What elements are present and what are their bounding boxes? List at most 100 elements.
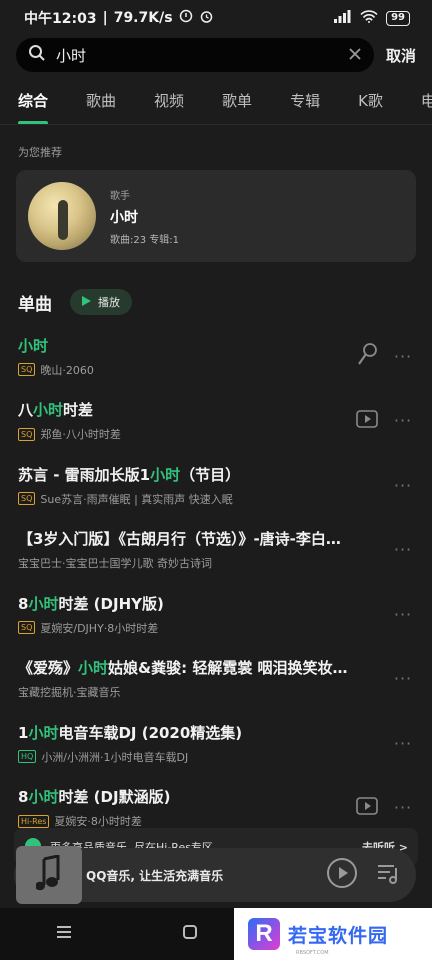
song-main: 8小时时差 (DJ默涵版) Hi-Res 夏婉安·8小时时差 (18, 786, 344, 829)
song-row[interactable]: 1小时电音车载DJ (2020精选集) HQ 小洲/小洲洲·1小时电音车载DJ ··· (0, 711, 432, 776)
more-options-icon[interactable]: ··· (392, 411, 414, 430)
song-actions: ··· (392, 669, 414, 688)
status-right: 99 (334, 9, 410, 27)
song-actions: ··· (392, 476, 414, 495)
song-title: 8小时时差 (DJHY版) (18, 593, 380, 614)
search-icon (28, 44, 46, 66)
tab-karaoke[interactable]: K歌 (358, 90, 383, 111)
more-options-icon[interactable]: ··· (392, 734, 414, 753)
artist-card[interactable]: 歌手 小时 歌曲:23 专辑:1 (16, 170, 416, 262)
singles-title: 单曲 (18, 294, 52, 315)
song-row[interactable]: 8小时时差 (DJHY版) SQ 夏婉安/DJHY·8小时时差 ··· (0, 582, 432, 647)
menu-icon[interactable] (55, 924, 73, 944)
song-meta: HQ 小洲/小洲洲·1小时电音车载DJ (18, 749, 380, 765)
song-main: 苏言 - 雷雨加长版1小时（节目） SQ Sue苏言·雨声催眠 | 真实雨声 快速入… (18, 464, 380, 507)
album-cover[interactable] (16, 846, 94, 904)
play-all-label: 播放 (98, 296, 120, 309)
music-note-icon (35, 854, 62, 895)
more-options-icon[interactable]: ··· (392, 669, 414, 688)
more-options-icon[interactable]: ··· (392, 347, 414, 366)
song-title: 苏言 - 雷雨加长版1小时（节目） (18, 464, 380, 485)
song-main: 1小时电音车载DJ (2020精选集) HQ 小洲/小洲洲·1小时电音车载DJ (18, 722, 380, 765)
cancel-button[interactable]: 取消 (386, 45, 416, 66)
watermark: R 若宝软件园 RBSOFT.COM (234, 908, 432, 960)
quality-badge: Hi-Res (18, 814, 50, 828)
status-time: 中午12:03 (24, 11, 97, 27)
status-bar: 中午12:03 | 79.7K/s 99 (0, 0, 432, 36)
song-meta: 宝宝巴士·宝宝巴士国学儿歌 奇妙古诗词 (18, 555, 380, 571)
more-options-icon[interactable]: ··· (392, 798, 414, 817)
result-tabs: 综合 歌曲 视频 歌单 专辑 K歌 电 (0, 74, 432, 126)
song-meta: SQ 晚山·2060 (18, 362, 344, 378)
search-box[interactable]: 小时 (16, 38, 374, 72)
play-all-button[interactable]: 播放 (70, 289, 132, 315)
play-pause-icon[interactable] (326, 857, 358, 893)
song-title-post: （节目） (180, 465, 241, 484)
song-artist-album: 郑鱼·八小时时差 (40, 428, 121, 442)
song-row[interactable]: 小时 SQ 晚山·2060 ··· (0, 324, 432, 389)
player-controls (326, 857, 400, 893)
singles-header: 单曲 播放 (0, 262, 432, 318)
tab-videos[interactable]: 视频 (154, 90, 184, 111)
song-meta: SQ Sue苏言·雨声催眠 | 真实雨声 快速入眠 (18, 491, 380, 507)
artist-stats: 歌曲:23 专辑:1 (110, 234, 180, 246)
song-main: 小时 SQ 晚山·2060 (18, 335, 344, 378)
signal-icon (334, 9, 352, 27)
song-row[interactable]: 《爱殇》小时姑娘&粪骏: 轻解霓裳 咽泪换笑妆… 宝藏挖掘机·宝藏音乐 ··· (0, 647, 432, 712)
song-row[interactable]: 苏言 - 雷雨加长版1小时（节目） SQ Sue苏言·雨声催眠 | 真实雨声 快速入… (0, 453, 432, 518)
song-title-match: 小时 (150, 465, 181, 484)
song-list: 小时 SQ 晚山·2060 ··· 八小时时差 SQ 郑鱼·八小时时差 ··· 苏言 - 雷雨加… (0, 324, 432, 840)
song-meta: Hi-Res 夏婉安·8小时时差 (18, 813, 344, 829)
song-row[interactable]: 【3岁入门版】《古朗月行（节选）》-唐诗-李白… 宝宝巴士·宝宝巴士国学儿歌 奇妙… (0, 518, 432, 583)
playlist-icon[interactable] (376, 862, 400, 888)
more-options-icon[interactable]: ··· (392, 605, 414, 624)
tab-albums[interactable]: 专辑 (290, 90, 320, 111)
tab-playlists[interactable]: 歌单 (222, 90, 252, 111)
song-title: 八小时时差 (18, 399, 344, 420)
song-title-match: 小时 (28, 723, 59, 742)
notification-icon (179, 9, 193, 27)
status-divider: | (102, 10, 108, 26)
song-artist-album: 夏婉安·8小时时差 (54, 815, 142, 829)
tab-all[interactable]: 综合 (18, 90, 49, 125)
mini-player[interactable]: QQ音乐, 让生活充满音乐 (14, 846, 416, 904)
song-actions: ··· (392, 540, 414, 559)
song-main: 八小时时差 SQ 郑鱼·八小时时差 (18, 399, 344, 442)
home-icon[interactable] (182, 924, 198, 944)
artist-info: 歌手 小时 歌曲:23 专辑:1 (110, 187, 179, 246)
song-title-match: 小时 (28, 594, 59, 613)
song-main: 【3岁入门版】《古朗月行（节选）》-唐诗-李白… 宝宝巴士·宝宝巴士国学儿歌 奇妙… (18, 528, 380, 571)
song-title-pre: 苏言 - 雷雨加长版1 (18, 465, 151, 484)
song-title-post: 电音车载DJ (2020精选集) (58, 723, 243, 742)
more-options-icon[interactable]: ··· (392, 476, 414, 495)
search-row: 小时 取消 (0, 36, 432, 74)
mv-icon[interactable] (356, 796, 378, 819)
artist-name: 小时 (110, 209, 138, 226)
song-meta: SQ 夏婉安/DJHY·8小时时差 (18, 620, 380, 636)
song-title-match: 小时 (28, 788, 59, 807)
search-input[interactable]: 小时 (56, 45, 338, 66)
song-title-match: 小时 (18, 336, 49, 355)
quality-badge: SQ (18, 621, 36, 635)
karaoke-mic-icon[interactable] (356, 342, 378, 370)
song-title: 8小时时差 (DJ默涵版) (18, 786, 344, 807)
song-row[interactable]: 八小时时差 SQ 郑鱼·八小时时差 ··· (0, 389, 432, 454)
song-meta: 宝藏挖掘机·宝藏音乐 (18, 684, 380, 700)
tab-songs[interactable]: 歌曲 (86, 90, 116, 111)
network-speed: 79.7K/s (113, 10, 173, 26)
song-artist-album: 宝宝巴士·宝宝巴士国学儿歌 奇妙古诗词 (18, 557, 212, 571)
song-title-pre: 8 (18, 788, 29, 807)
artist-kind: 歌手 (110, 190, 130, 202)
song-artist-album: 宝藏挖掘机·宝藏音乐 (18, 686, 121, 700)
wifi-icon (360, 9, 378, 27)
clear-icon[interactable] (348, 46, 362, 65)
song-title: 【3岁入门版】《古朗月行（节选）》-唐诗-李白… (18, 528, 380, 549)
song-title-post: 时差 (DJ默涵版) (58, 788, 171, 807)
more-options-icon[interactable]: ··· (392, 540, 414, 559)
play-icon (80, 295, 92, 310)
mv-icon[interactable] (356, 409, 378, 432)
song-actions: ··· (356, 796, 414, 819)
tab-radio[interactable]: 电 (421, 90, 432, 111)
watermark-logo: R (248, 918, 280, 950)
song-main: 《爱殇》小时姑娘&粪骏: 轻解霓裳 咽泪换笑妆… 宝藏挖掘机·宝藏音乐 (18, 657, 380, 700)
